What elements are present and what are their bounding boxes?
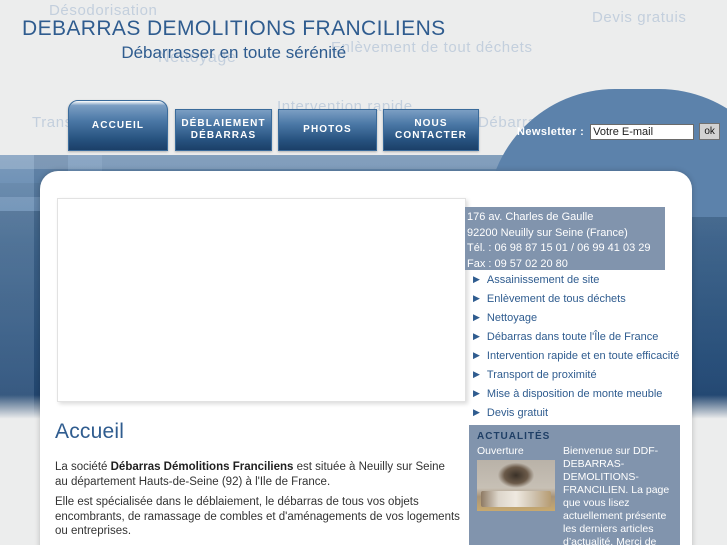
service-item-devis-gratuit[interactable]: ▶ Devis gratuit: [465, 403, 680, 422]
news-subject: Ouverture: [477, 445, 524, 457]
nav-label-photos: Photos: [303, 124, 352, 135]
news-thumbnail-image[interactable]: [477, 460, 555, 511]
service-label: Nettoyage: [486, 311, 538, 324]
service-item-debarras-idf[interactable]: ▶ Débarras dans toute l'Île de France: [465, 327, 680, 346]
site-logo[interactable]: DEBARRAS DEMOLITIONS FRANCILIENS Débarra…: [22, 17, 446, 64]
arrow-right-icon: ▶: [473, 274, 480, 284]
service-label: Mise à disposition de monte meuble: [486, 387, 663, 400]
contact-address-block: 176 av. Charles de Gaulle 92200 Neuilly …: [465, 207, 665, 270]
service-label: Transport de proximité: [486, 368, 597, 381]
services-list: ▶ Assainissement de site ▶ Enlèvement de…: [465, 270, 680, 422]
nav-item-accueil[interactable]: Accueil: [68, 100, 168, 151]
newsletter-form: Newsletter : ok: [517, 123, 721, 140]
nav-label-accueil: Accueil: [91, 119, 145, 131]
service-label: Assainissement de site: [486, 273, 600, 286]
arrow-right-icon: ▶: [473, 331, 480, 341]
service-item-nettoyage[interactable]: ▶ Nettoyage: [465, 308, 680, 327]
arrow-right-icon: ▶: [473, 293, 480, 303]
arrow-right-icon: ▶: [473, 407, 480, 417]
nav-label-nous: Nous: [414, 118, 448, 129]
nav-item-photos[interactable]: Photos: [278, 109, 377, 151]
news-left-column: Ouverture: [477, 445, 555, 545]
news-excerpt: Bienvenue sur DDF-DEBARRAS-DEMOLITIONS-F…: [563, 445, 670, 545]
nav-label-contacter: contacter: [395, 130, 467, 141]
logo-title: DEBARRAS DEMOLITIONS FRANCILIENS: [22, 17, 446, 40]
service-item-assainissement[interactable]: ▶ Assainissement de site: [465, 270, 680, 289]
news-widget-body: Ouverture Bienvenue sur DDF-DEBARRAS-DEM…: [477, 445, 672, 545]
service-label: Intervention rapide et en toute efficaci…: [486, 349, 680, 362]
nav-label-deblaiement: Déblaiement: [181, 118, 266, 129]
newsletter-submit-button[interactable]: ok: [699, 123, 721, 140]
intro-paragraph-2: Elle est spécialisée dans le déblaiement…: [55, 496, 460, 537]
page-content: Accueil La société Débarras Démolitions …: [55, 420, 460, 545]
service-item-enlevement[interactable]: ▶ Enlèvement de tous déchets: [465, 289, 680, 308]
service-item-monte-meuble[interactable]: ▶ Mise à disposition de monte meuble: [465, 384, 680, 403]
service-label: Devis gratuit: [486, 406, 549, 419]
service-label: Enlèvement de tous déchets: [486, 292, 626, 305]
page-root: Désodorisation Nettoyage Devis gratuis E…: [0, 0, 727, 545]
logo-tagline: Débarrasser en toute sérénité: [121, 43, 347, 62]
page-title: Accueil: [55, 420, 125, 443]
address-street: 176 av. Charles de Gaulle: [467, 211, 594, 223]
nav-item-deblaiement-debarras[interactable]: Déblaiement Débarras: [175, 109, 272, 151]
address-city: 92200 Neuilly sur Seine (France): [467, 226, 628, 239]
nav-label-debarras: Débarras: [190, 130, 257, 141]
service-label: Débarras dans toute l'Île de France: [486, 330, 659, 343]
news-widget-title: Actualités: [477, 431, 551, 442]
hero-slideshow-image[interactable]: [57, 198, 466, 402]
arrow-right-icon: ▶: [473, 312, 480, 322]
intro-pre: La société: [55, 461, 111, 473]
arrow-right-icon: ▶: [473, 388, 480, 398]
newsletter-label: Newsletter :: [517, 125, 585, 138]
company-name: Débarras Démolitions Franciliens: [110, 461, 294, 473]
news-widget: Actualités Ouverture Bienvenue sur DDF-D…: [469, 425, 680, 545]
watermark-devis-gratuis: Devis gratuis: [592, 9, 687, 26]
service-item-intervention-rapide[interactable]: ▶ Intervention rapide et en toute effica…: [465, 346, 680, 365]
arrow-right-icon: ▶: [473, 369, 480, 379]
newsletter-email-input[interactable]: [590, 123, 695, 140]
address-phone: Tél. : 06 98 87 15 01 / 06 99 41 03 29: [467, 242, 651, 254]
service-item-transport[interactable]: ▶ Transport de proximité: [465, 365, 680, 384]
arrow-right-icon: ▶: [473, 350, 480, 360]
intro-paragraph-1: La société Débarras Démolitions Francili…: [55, 460, 460, 489]
nav-item-nous-contacter[interactable]: Nous contacter: [383, 109, 479, 151]
